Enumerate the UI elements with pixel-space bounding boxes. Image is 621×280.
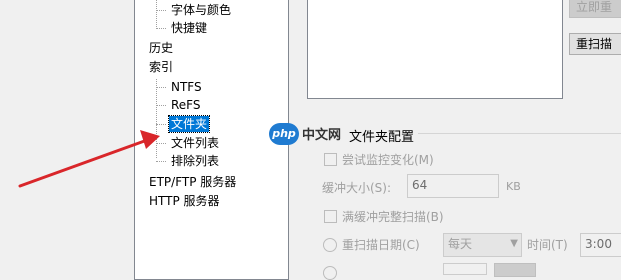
arrow-head <box>140 130 160 149</box>
annotation-arrow-icon <box>18 130 160 188</box>
arrow-shaft <box>18 137 152 188</box>
